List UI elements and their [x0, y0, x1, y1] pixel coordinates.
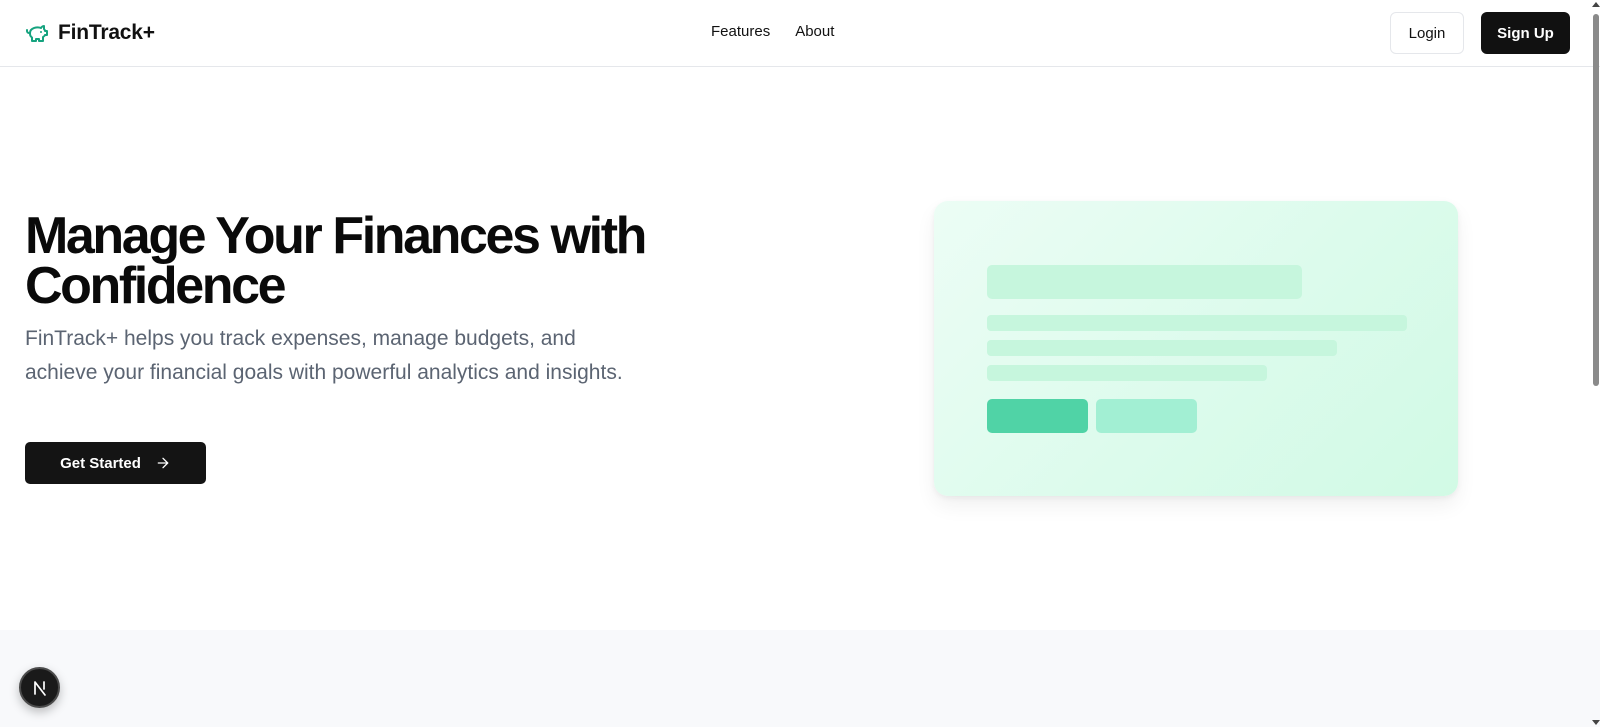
dev-tools-badge[interactable]	[19, 667, 60, 708]
scroll-down-arrow-icon[interactable]	[1592, 720, 1600, 725]
hero-title: Manage Your Finances with Confidence	[25, 207, 647, 315]
next-section-background	[0, 630, 1600, 727]
scroll-up-arrow-icon[interactable]	[1592, 2, 1600, 7]
placeholder-text-line	[987, 340, 1337, 356]
placeholder-text-line	[987, 315, 1407, 331]
nextjs-n-icon	[33, 680, 46, 696]
brand-logo-link[interactable]: FinTrack+	[25, 20, 155, 46]
login-button[interactable]: Login	[1390, 12, 1464, 54]
get-started-button[interactable]: Get Started	[25, 442, 206, 484]
piggy-bank-icon	[26, 25, 48, 42]
hero-subtitle: FinTrack+ helps you track expenses, mana…	[25, 327, 623, 384]
page-scrollbar[interactable]	[1592, 0, 1600, 727]
hero-illustration-card	[934, 201, 1458, 496]
page: FinTrack+ Features About Login Sign Up M…	[0, 0, 1600, 727]
scrollbar-thumb[interactable]	[1593, 14, 1599, 386]
signup-button[interactable]: Sign Up	[1481, 12, 1570, 54]
arrow-right-icon	[157, 457, 169, 469]
nav-link-features[interactable]: Features	[711, 23, 770, 40]
placeholder-title-bar	[987, 265, 1302, 299]
top-navbar: FinTrack+ Features About Login Sign Up	[0, 0, 1600, 67]
placeholder-primary-button	[987, 399, 1088, 433]
placeholder-secondary-button	[1096, 399, 1197, 433]
placeholder-text-line	[987, 365, 1267, 381]
brand-name: FinTrack+	[58, 21, 155, 44]
get-started-label: Get Started	[60, 454, 141, 472]
main-nav: Features About	[711, 23, 834, 40]
nav-link-about[interactable]: About	[795, 23, 834, 40]
